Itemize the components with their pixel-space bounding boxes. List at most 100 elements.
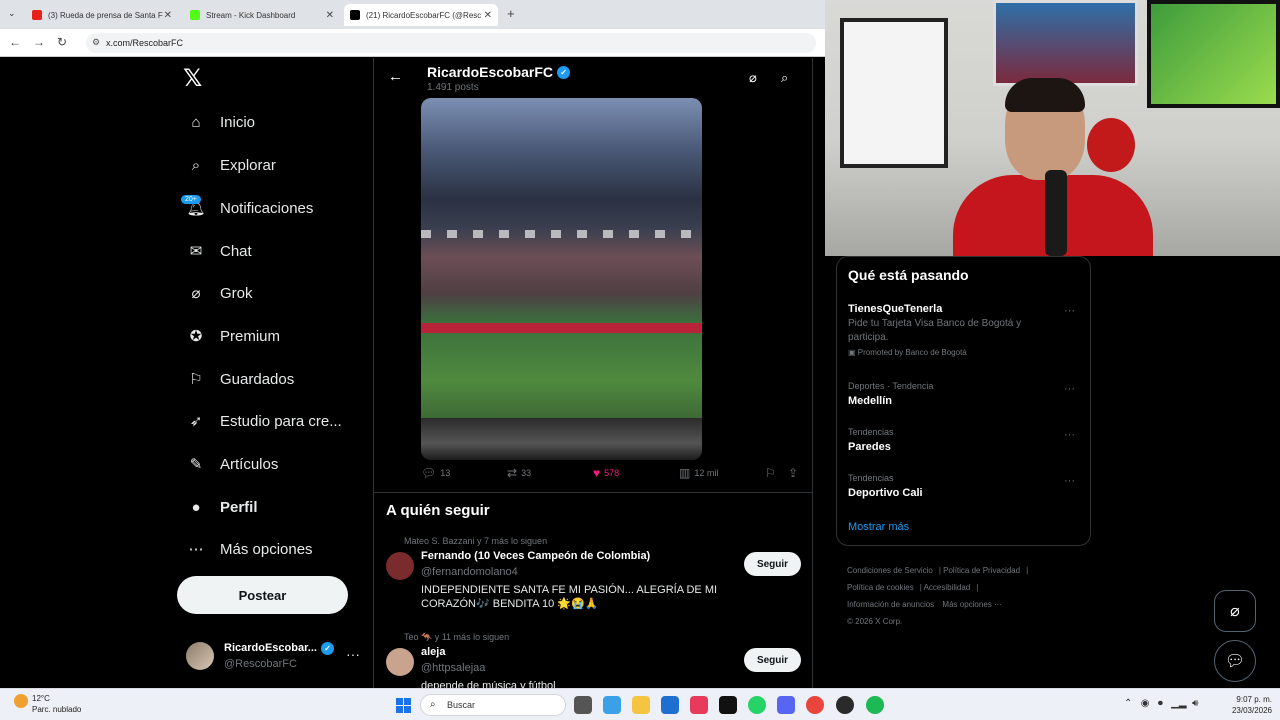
- footer-link[interactable]: Accesibilidad: [924, 583, 971, 592]
- footer-link[interactable]: Condiciones de Servicio: [847, 566, 933, 575]
- discord-icon[interactable]: [777, 696, 795, 714]
- sidebar-item-bell[interactable]: 🔔︎ Notificaciones: [185, 193, 313, 223]
- tab-title: (3) Rueda de prensa de Santa F: [48, 10, 163, 20]
- taskbar-clock[interactable]: 9:07 p. m. 23/03/2026: [1224, 694, 1272, 716]
- footer-link[interactable]: Más opciones ···: [942, 600, 1002, 609]
- sidebar-item-search[interactable]: ⌕ Explorar: [185, 150, 276, 180]
- follow-button[interactable]: Seguir: [744, 552, 801, 576]
- share-button[interactable]: ⇪: [788, 466, 802, 480]
- trend-item[interactable]: Deportes · Tendencia Medellín ···: [848, 381, 1083, 407]
- avatar[interactable]: [386, 648, 414, 676]
- whatsapp-icon[interactable]: [748, 696, 766, 714]
- like-button[interactable]: ♥ 578: [593, 466, 619, 480]
- url-input[interactable]: ⚙ x.com/RescobarFC: [86, 33, 816, 53]
- back-arrow-icon[interactable]: ←: [388, 68, 403, 85]
- follow-suggestion[interactable]: Mateo S. Bazzani y 7 más lo siguen Ferna…: [374, 536, 812, 626]
- tab-list-chevron-icon[interactable]: ⌄: [8, 8, 16, 19]
- sidebar-item-rocket[interactable]: ➶ Estudio para cre...: [185, 406, 342, 436]
- sidebar-item-home[interactable]: ⌂ Inicio: [185, 107, 255, 137]
- more-dots-icon[interactable]: ···: [1064, 475, 1075, 487]
- post-count: 1.491 posts: [427, 82, 479, 93]
- close-tab-icon[interactable]: ✕: [164, 10, 172, 21]
- follow-suggestion[interactable]: Teo 🦘 y 11 más lo siguen aleja @httpsale…: [374, 632, 812, 688]
- mail-icon: ✉: [189, 243, 203, 260]
- show-more-link[interactable]: Mostrar más: [848, 521, 909, 533]
- browser-tab-3[interactable]: (21) RicardoEscobarFC (@Resc ✕: [344, 4, 498, 26]
- divider: [374, 492, 812, 493]
- browser-tab-2[interactable]: Stream - Kick Dashboard ✕: [184, 4, 340, 26]
- main-timeline: ← RicardoEscobarFC ✓ 1.491 posts ⌀ ⌕ 💬︎ 13…: [373, 58, 813, 688]
- trend-item[interactable]: TienesQueTenerla Pide tu Tarjeta Visa Ba…: [848, 303, 1083, 357]
- tiktok-icon[interactable]: [719, 696, 737, 714]
- tweet-video-stadium[interactable]: [421, 98, 702, 460]
- sidebar-item-more-circle[interactable]: ⋯ Más opciones: [185, 534, 313, 564]
- retweet-button[interactable]: ⇄ 33: [507, 466, 531, 480]
- profile-name: RicardoEscobarFC ✓: [427, 64, 571, 80]
- close-tab-icon[interactable]: ✕: [326, 10, 334, 21]
- messages-fab-button[interactable]: 💬︎: [1214, 640, 1256, 682]
- more-dots-icon[interactable]: ···: [1064, 429, 1075, 441]
- reply-button[interactable]: 💬︎ 13: [421, 466, 450, 480]
- volume-icon: 🔊︎: [1192, 698, 1199, 709]
- mic-icon: ⏺: [1157, 698, 1163, 709]
- search-icon[interactable]: ⌕: [781, 70, 788, 86]
- suggestion-name[interactable]: aleja: [421, 646, 445, 658]
- more-dots-icon[interactable]: ···: [1064, 383, 1075, 395]
- footer-link[interactable]: Política de cookies: [847, 583, 914, 592]
- grok-fab-button[interactable]: ⌀: [1214, 590, 1256, 632]
- widgets-icon[interactable]: [603, 696, 621, 714]
- avatar[interactable]: [386, 552, 414, 580]
- search-icon: ⌕: [430, 699, 436, 710]
- footer-link[interactable]: Política de Privacidad: [943, 566, 1020, 575]
- reload-icon[interactable]: ↻: [57, 35, 67, 49]
- verified-badge-icon: ✓: [320, 642, 334, 655]
- post-button[interactable]: Postear: [177, 576, 348, 614]
- new-tab-button[interactable]: +: [507, 6, 515, 21]
- red-plant: [1087, 118, 1135, 172]
- sidebar-item-article[interactable]: ✎ Artículos: [185, 449, 279, 479]
- bookmark-icon: ⚐: [189, 371, 203, 388]
- grok-icon[interactable]: ⌀: [749, 70, 757, 86]
- system-tray[interactable]: ⌃ ◉ ⏺ ▁▂ 🔊︎: [1124, 698, 1198, 709]
- more-dots-icon[interactable]: ···: [1064, 305, 1075, 317]
- verified-badge-icon: ✓: [557, 65, 571, 79]
- capcut-icon[interactable]: [690, 696, 708, 714]
- chrome-icon[interactable]: [806, 696, 824, 714]
- followed-by-context: Teo 🦘 y 11 más lo siguen: [404, 632, 510, 642]
- obs-icon[interactable]: [836, 696, 854, 714]
- windows-start-icon[interactable]: [396, 698, 411, 713]
- trend-name: Deportivo Cali: [848, 487, 923, 499]
- spotify-icon[interactable]: [866, 696, 884, 714]
- site-info-icon[interactable]: ⚙: [92, 37, 100, 48]
- avatar: [186, 642, 214, 670]
- bookmark-button[interactable]: ⚐: [765, 466, 780, 480]
- trend-meta: Tendencias: [848, 427, 894, 437]
- account-switcher[interactable]: RicardoEscobar... ✓ @RescobarFC ···: [186, 640, 366, 680]
- store-icon[interactable]: [661, 696, 679, 714]
- close-tab-icon[interactable]: ✕: [484, 10, 492, 21]
- suggestion-name[interactable]: Fernando (10 Veces Campeón de Colombia): [421, 550, 650, 562]
- weather-widget[interactable]: 12°C Parc. nublado: [14, 693, 81, 715]
- sidebar-item-grok[interactable]: ⌀ Grok: [185, 278, 252, 308]
- file-explorer-icon[interactable]: [632, 696, 650, 714]
- task-view-icon[interactable]: [574, 696, 592, 714]
- suggestion-handle: @httpsalejaa: [421, 662, 486, 674]
- trend-item[interactable]: Tendencias Deportivo Cali ···: [848, 473, 1083, 499]
- person-icon: ●: [191, 498, 201, 516]
- sidebar-item-mail[interactable]: ✉ Chat: [185, 236, 252, 266]
- promoted-label: ▣ Promoted by Banco de Bogotá: [848, 348, 967, 357]
- taskbar-search-input[interactable]: ⌕ Buscar: [420, 694, 566, 716]
- browser-tab-1[interactable]: (3) Rueda de prensa de Santa F ✕: [26, 4, 178, 26]
- sidebar-item-premium[interactable]: ✪ Premium: [185, 321, 280, 351]
- follow-button[interactable]: Seguir: [744, 648, 801, 672]
- views-button[interactable]: ▥ 12 mil: [679, 466, 718, 480]
- back-arrow-icon[interactable]: ←: [9, 35, 21, 49]
- more-dots-icon[interactable]: ···: [346, 646, 360, 662]
- forward-arrow-icon[interactable]: →: [33, 35, 45, 49]
- footer-link[interactable]: Información de anuncios: [847, 600, 934, 609]
- x-logo-icon[interactable]: 𝕏: [183, 64, 202, 92]
- sidebar-item-label: Perfil: [220, 498, 258, 516]
- sidebar-item-bookmark[interactable]: ⚐ Guardados: [185, 364, 294, 394]
- sidebar-item-person[interactable]: ● Perfil: [185, 492, 258, 522]
- trend-item[interactable]: Tendencias Paredes ···: [848, 427, 1083, 453]
